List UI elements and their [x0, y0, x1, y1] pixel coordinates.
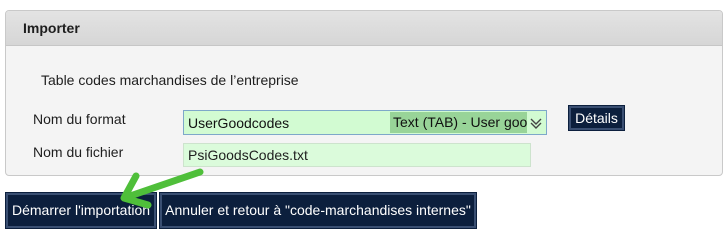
- format-name-label: Nom du format: [33, 111, 126, 127]
- format-name-value: UserGoodcodes: [188, 115, 290, 131]
- format-select[interactable]: UserGoodcodes Text (TAB) - User goo: [183, 110, 547, 135]
- importer-screen: Importer Table codes marchandises de l’e…: [0, 0, 723, 239]
- panel-title: Importer: [23, 20, 80, 36]
- format-type-value: Text (TAB) - User goo: [390, 112, 527, 133]
- panel-header: Importer: [6, 11, 722, 46]
- start-import-button[interactable]: Démarrer l'importation: [5, 192, 157, 229]
- cancel-return-button[interactable]: Annuler et retour à "code-marchandises i…: [159, 192, 477, 229]
- details-button[interactable]: Détails: [568, 105, 625, 131]
- file-name-label: Nom du fichier: [33, 144, 124, 160]
- file-name-field[interactable]: PsiGoodsCodes.txt: [183, 143, 531, 167]
- chevron-down-icon[interactable]: [528, 114, 544, 131]
- table-subtitle: Table codes marchandises de l’entreprise: [41, 72, 299, 88]
